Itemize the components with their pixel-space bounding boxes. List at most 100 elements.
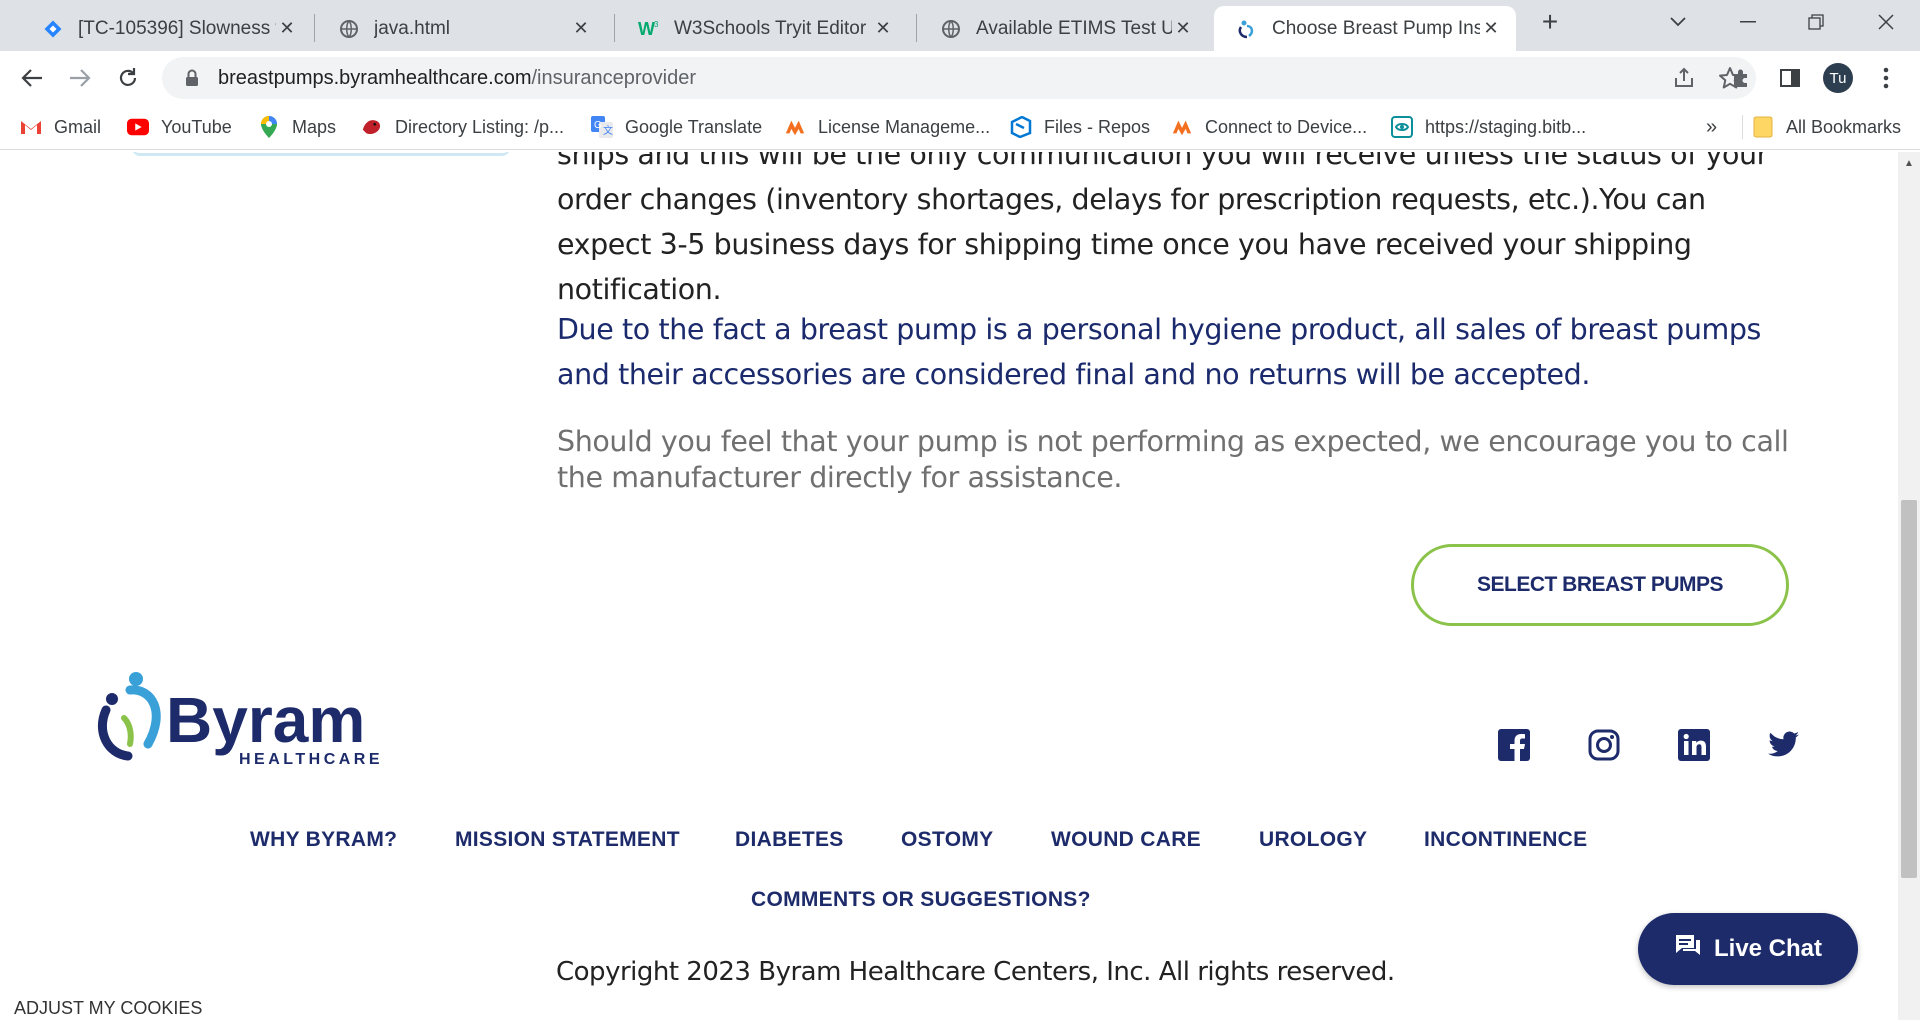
bookmark-label: Google Translate xyxy=(625,116,763,137)
w3schools-icon: W3 xyxy=(638,18,660,40)
bookmark-gmail[interactable]: Gmail xyxy=(20,113,101,141)
footer-link-comments[interactable]: COMMENTS OR SUGGESTIONS? xyxy=(751,888,1091,912)
svg-text:G: G xyxy=(594,120,602,131)
linkedin-icon[interactable] xyxy=(1676,727,1712,763)
license-icon xyxy=(784,116,806,138)
close-tab-icon[interactable]: ✕ xyxy=(1172,18,1194,40)
browser-toolbar: breastpumps.byramhealthcare.com/insuranc… xyxy=(0,51,1920,105)
tab-separator xyxy=(614,14,615,42)
byram-favicon xyxy=(1236,18,1258,40)
manufacturer-paragraph: Should you feel that your pump is not pe… xyxy=(557,425,1789,494)
bookmark-maps[interactable]: Maps xyxy=(258,113,336,141)
jira-diamond-icon xyxy=(42,18,64,40)
bookmark-label: Gmail xyxy=(54,116,102,137)
bookmark-label: License Manageme... xyxy=(818,116,991,137)
live-chat-button[interactable]: Live Chat xyxy=(1638,913,1858,985)
scrollbar-thumb[interactable] xyxy=(1901,500,1917,878)
tab-breast-pump-active[interactable]: Choose Breast Pump Insu ✕ xyxy=(1214,6,1516,51)
address-bar[interactable]: breastpumps.byramhealthcare.com/insuranc… xyxy=(162,57,1756,99)
browser-chrome: [TC-105396] Slowness wh ✕ java.html ✕ W3… xyxy=(0,0,1920,150)
copyright-text: Copyright 2023 Byram Healthcare Centers,… xyxy=(556,957,1395,987)
bookmark-files-repos[interactable]: Files - Repos xyxy=(1010,113,1150,141)
minimize-button[interactable] xyxy=(1718,0,1778,44)
footer-link-ostomy[interactable]: OSTOMY xyxy=(901,828,993,852)
maps-icon xyxy=(258,116,280,138)
returns-policy-paragraph: Due to the fact a breast pump is a perso… xyxy=(557,313,1761,391)
globe-icon xyxy=(940,18,962,40)
footer-link-wound-care[interactable]: WOUND CARE xyxy=(1051,828,1201,852)
tab-java-html[interactable]: java.html ✕ xyxy=(316,6,606,51)
tab-strip: [TC-105396] Slowness wh ✕ java.html ✕ W3… xyxy=(0,0,1920,51)
all-bookmarks-folder[interactable]: All Bookmarks xyxy=(1752,113,1901,141)
footer-link-mission-statement[interactable]: MISSION STATEMENT xyxy=(455,828,680,852)
byram-healthcare-logo[interactable]: Byram HEALTHCARE xyxy=(92,670,402,770)
reload-button[interactable] xyxy=(110,60,146,96)
directory-icon xyxy=(361,116,383,138)
close-tab-icon[interactable]: ✕ xyxy=(276,18,298,40)
bookmark-license-management[interactable]: License Manageme... xyxy=(784,113,990,141)
translate-icon: G文 xyxy=(591,116,613,138)
back-button[interactable] xyxy=(14,60,50,96)
tab-title: Choose Breast Pump Insu xyxy=(1272,17,1480,39)
sidebar-card-edge xyxy=(132,152,510,156)
tab-w3schools[interactable]: W3 W3Schools Tryit Editor ✕ xyxy=(616,6,908,51)
bookmark-label: YouTube xyxy=(161,116,232,137)
url-text: breastpumps.byramhealthcare.com/insuranc… xyxy=(218,67,696,90)
tab-jira[interactable]: [TC-105396] Slowness wh ✕ xyxy=(20,6,312,51)
facebook-icon[interactable] xyxy=(1496,727,1532,763)
lock-icon[interactable] xyxy=(180,66,204,90)
logo-wordmark: Byram xyxy=(166,684,365,756)
restore-button[interactable] xyxy=(1786,0,1846,44)
footer-link-why-byram[interactable]: WHY BYRAM? xyxy=(250,828,397,852)
staging-icon xyxy=(1391,116,1413,138)
tab-title: java.html xyxy=(374,17,451,39)
footer-link-urology[interactable]: UROLOGY xyxy=(1259,828,1367,852)
url-path: /insuranceprovider xyxy=(531,66,697,89)
close-tab-icon[interactable]: ✕ xyxy=(872,18,894,40)
bookmark-staging[interactable]: https://staging.bitb... xyxy=(1391,113,1586,141)
close-tab-icon[interactable]: ✕ xyxy=(570,18,592,40)
bookmarks-overflow-chevron[interactable]: » xyxy=(1706,113,1717,141)
folder-icon xyxy=(1752,116,1774,138)
web-page: ships and this will be the only communic… xyxy=(0,152,1920,1020)
connect-icon xyxy=(1171,116,1193,138)
tab-title: Available ETIMS Test User xyxy=(976,17,1172,39)
share-icon[interactable] xyxy=(1672,66,1696,95)
bookmarks-bar: Gmail YouTube Maps Directory Listing: /p… xyxy=(0,105,1920,150)
avatar: Tu xyxy=(1823,63,1853,93)
profile-avatar-button[interactable]: Tu xyxy=(1820,60,1856,96)
bookmark-label: Connect to Device... xyxy=(1205,116,1368,137)
svg-text:3: 3 xyxy=(654,20,659,29)
footer-link-incontinence[interactable]: INCONTINENCE xyxy=(1424,828,1587,852)
svg-text:W: W xyxy=(638,19,655,39)
instagram-icon[interactable] xyxy=(1586,727,1622,763)
close-tab-icon[interactable]: ✕ xyxy=(1480,18,1502,40)
extensions-puzzle-icon[interactable] xyxy=(1724,60,1760,96)
kebab-menu-icon[interactable] xyxy=(1868,60,1904,96)
svg-text:文: 文 xyxy=(603,124,613,137)
footer-link-diabetes[interactable]: DIABETES xyxy=(735,828,844,852)
forward-button[interactable] xyxy=(62,60,98,96)
bookmark-google-translate[interactable]: G文 Google Translate xyxy=(591,113,762,141)
twitter-icon[interactable] xyxy=(1766,727,1802,763)
bookmarks-divider xyxy=(1742,115,1743,139)
tab-title: W3Schools Tryit Editor xyxy=(674,17,867,39)
side-panel-icon[interactable] xyxy=(1772,60,1808,96)
bookmark-youtube[interactable]: YouTube xyxy=(127,113,232,141)
scroll-up-arrow-icon[interactable]: ▲ xyxy=(1898,152,1920,174)
tab-etims[interactable]: Available ETIMS Test User ✕ xyxy=(918,6,1208,51)
tab-search-chevron-icon[interactable] xyxy=(1648,0,1708,44)
gmail-icon xyxy=(20,116,42,138)
new-tab-button[interactable]: + xyxy=(1520,0,1580,44)
globe-icon xyxy=(338,18,360,40)
youtube-icon xyxy=(127,116,149,138)
bookmark-label: https://staging.bitb... xyxy=(1425,116,1587,137)
bookmark-connect-to-device[interactable]: Connect to Device... xyxy=(1171,113,1367,141)
page-scrollbar[interactable]: ▲ xyxy=(1898,152,1920,1020)
close-window-button[interactable] xyxy=(1856,0,1916,44)
adjust-cookies-link[interactable]: ADJUST MY COOKIES xyxy=(14,998,202,1019)
bookmark-directory-listing[interactable]: Directory Listing: /p... xyxy=(361,113,564,141)
tab-separator xyxy=(916,14,917,42)
select-breast-pumps-button[interactable]: SELECT BREAST PUMPS xyxy=(1411,544,1789,626)
shipping-paragraph: ships and this will be the only communic… xyxy=(557,152,1768,306)
